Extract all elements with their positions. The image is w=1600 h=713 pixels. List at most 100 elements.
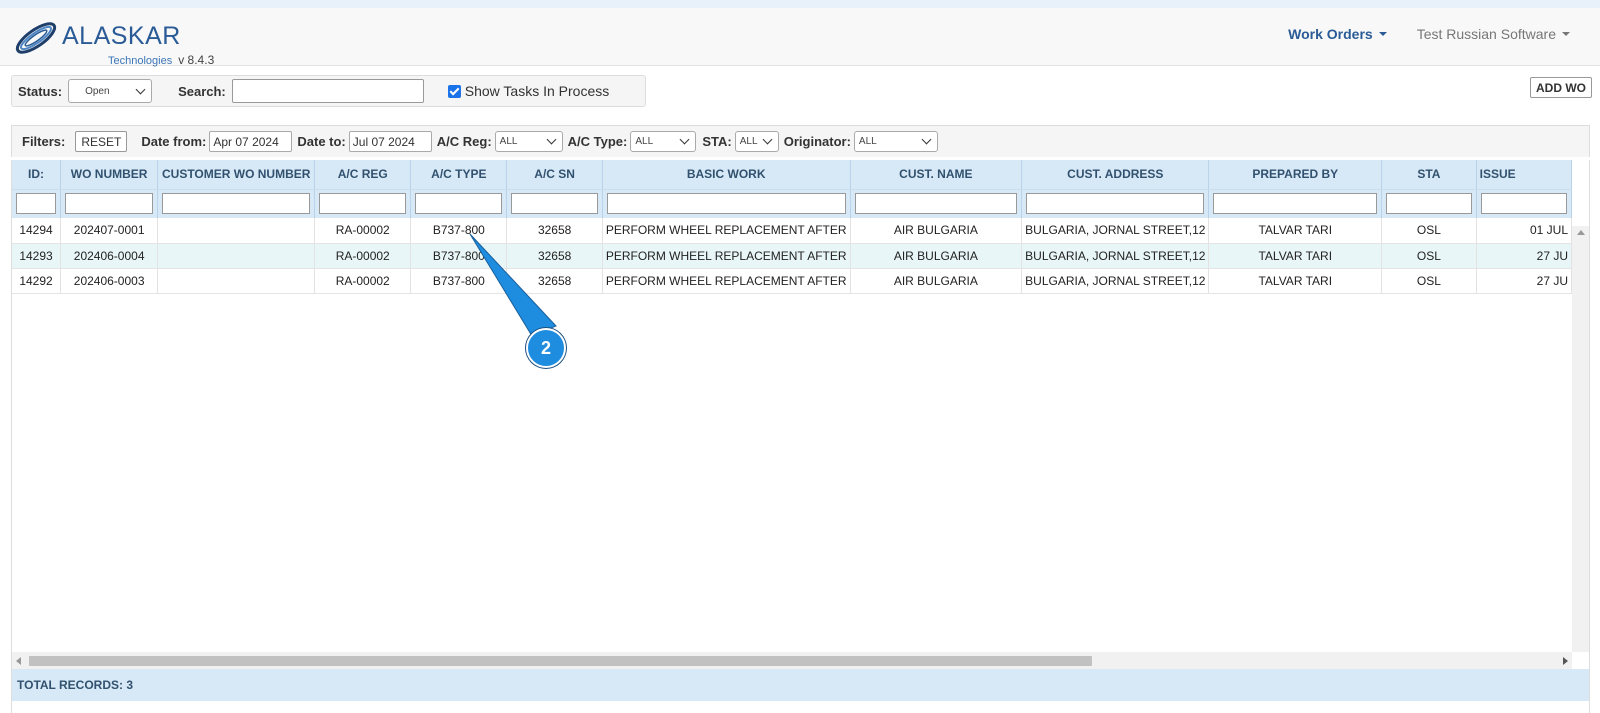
status-select[interactable]: Open (68, 79, 153, 103)
search-input[interactable] (231, 79, 424, 103)
col-header-ac-reg[interactable]: A/C REG (314, 160, 412, 190)
cell-id: 14294 (12, 218, 62, 244)
brand-name: ALASKAR (62, 22, 181, 50)
date-to-label: Date to: (297, 134, 346, 149)
nav-work-orders[interactable]: Work Orders (1288, 26, 1387, 42)
col-header-id[interactable]: ID: (12, 160, 62, 190)
header-row: ID: WO NUMBER CUSTOMER WO NUMBER A/C REG… (12, 160, 1572, 190)
column-filter-input[interactable] (606, 193, 846, 215)
scroll-up-icon[interactable] (1577, 230, 1585, 235)
originator-label: Originator: (783, 134, 851, 149)
cell-ac-sn: 32658 (506, 218, 603, 244)
sta-select-value: ALL (739, 136, 758, 147)
col-header-ac-type[interactable]: A/C TYPE (410, 160, 508, 190)
cell-sta: OSL (1381, 243, 1477, 269)
nav-account[interactable]: Test Russian Software (1417, 26, 1570, 42)
caret-down-icon (1378, 32, 1387, 36)
scroll-left-icon[interactable] (16, 657, 21, 665)
col-header-wo-number[interactable]: WO NUMBER (60, 160, 159, 190)
date-to-input[interactable]: Jul 07 2024 (348, 131, 432, 152)
filter-cell (602, 189, 851, 218)
chevron-down-icon (135, 84, 146, 94)
show-tasks-checkbox[interactable] (447, 84, 461, 98)
horizontal-scroll-thumb[interactable] (29, 656, 1092, 666)
table-row[interactable]: 14293 202406-0004 RA-00002 B737-800 3265… (12, 243, 1572, 269)
cell-wo-number: 202406-0004 (60, 243, 159, 269)
search-label: Search: (178, 83, 226, 99)
column-filter-input[interactable] (415, 193, 503, 215)
col-header-ac-sn[interactable]: A/C SN (506, 160, 603, 190)
col-header-cust-name[interactable]: CUST. NAME (850, 160, 1023, 190)
filter-cell (506, 189, 603, 218)
cell-ac-reg: RA-00002 (314, 268, 412, 294)
total-records-label: TOTAL RECORDS: 3 (17, 678, 134, 692)
filter-cell (157, 189, 316, 218)
filter-cell (850, 189, 1023, 218)
cell-prepared-by: TALVAR TARI (1208, 218, 1383, 244)
column-filter-input[interactable] (1213, 193, 1378, 215)
ac-reg-select-value: ALL (499, 136, 518, 147)
filter-cell (1021, 189, 1210, 218)
column-filter-input[interactable] (162, 193, 311, 215)
filter-cell (1381, 189, 1477, 218)
table-row[interactable]: 14294 202407-0001 RA-00002 B737-800 3265… (12, 218, 1572, 244)
date-from-input[interactable]: Apr 07 2024 (209, 131, 293, 152)
cell-basic-work: PERFORM WHEEL REPLACEMENT AFTER (602, 243, 851, 269)
filter-cell (410, 189, 508, 218)
originator-select[interactable]: ALL (853, 131, 938, 152)
cell-wo-number: 202406-0003 (60, 268, 159, 294)
reset-button[interactable]: RESET (75, 131, 128, 152)
sta-select[interactable]: ALL (734, 131, 779, 152)
col-header-prepared-by[interactable]: PREPARED BY (1208, 160, 1383, 190)
filter-cell (1208, 189, 1383, 218)
work-orders-table: ID: WO NUMBER CUSTOMER WO NUMBER A/C REG… (12, 160, 1572, 294)
column-filter-input[interactable] (1026, 193, 1205, 215)
add-wo-button[interactable]: ADD WO (1530, 77, 1592, 98)
caret-down-icon (1562, 32, 1570, 36)
cell-cust-name: AIR BULGARIA (850, 243, 1023, 269)
alaskar-logo[interactable]: ALASKAR Technologies v 8.4.3 (12, 12, 252, 67)
column-filter-input[interactable] (65, 193, 154, 215)
column-filter-input[interactable] (1386, 193, 1472, 215)
originator-select-value: ALL (858, 136, 877, 147)
cell-customer-wo-number (157, 268, 316, 294)
filters-label: Filters: (22, 134, 66, 149)
column-filter-input[interactable] (16, 193, 57, 215)
ac-type-select[interactable]: ALL (630, 131, 697, 152)
navbar: ALASKAR Technologies v 8.4.3 Work Orders … (0, 8, 1600, 67)
cell-ac-reg: RA-00002 (314, 218, 412, 244)
column-filter-input[interactable] (319, 193, 407, 215)
col-header-cust-address[interactable]: CUST. ADDRESS (1021, 160, 1210, 190)
column-filter-input[interactable] (854, 193, 1018, 215)
version-label: v 8.4.3 (178, 53, 215, 67)
nav-right: Work Orders Test Russian Software (1288, 26, 1570, 42)
cell-ac-type: B737-800 (410, 243, 508, 269)
filter-bar: Filters: RESET Date from: Apr 07 2024 Da… (11, 125, 1590, 157)
grid-footer: TOTAL RECORDS: 3 (12, 669, 1589, 701)
ac-type-label: A/C Type: (567, 134, 628, 149)
column-filter-input[interactable] (511, 193, 598, 215)
cell-customer-wo-number (157, 218, 316, 244)
cell-ac-type: B737-800 (410, 268, 508, 294)
cell-issue: 27 JU (1476, 268, 1572, 294)
chevron-down-icon (546, 134, 557, 145)
col-header-issue[interactable]: ISSUE (1476, 160, 1572, 190)
grid-viewport[interactable]: ID: WO NUMBER CUSTOMER WO NUMBER A/C REG… (12, 160, 1572, 652)
ac-reg-label: A/C Reg: (436, 134, 492, 149)
column-filter-input[interactable] (1480, 193, 1567, 215)
vertical-scrollbar[interactable] (1572, 226, 1589, 652)
work-orders-grid: ID: WO NUMBER CUSTOMER WO NUMBER A/C REG… (11, 160, 1590, 713)
scroll-right-icon[interactable] (1563, 657, 1568, 665)
col-header-basic-work[interactable]: BASIC WORK (602, 160, 851, 190)
col-header-customer-wo-number[interactable]: CUSTOMER WO NUMBER (157, 160, 316, 190)
ac-reg-select[interactable]: ALL (494, 131, 563, 152)
col-header-sta[interactable]: STA (1381, 160, 1477, 190)
cell-issue: 01 JUL (1476, 218, 1572, 244)
filter-row (12, 189, 1572, 218)
cell-sta: OSL (1381, 218, 1477, 244)
filter-cell (12, 189, 62, 218)
cell-id: 14293 (12, 243, 62, 269)
show-tasks-label: Show Tasks In Process (464, 83, 610, 99)
horizontal-scrollbar[interactable] (12, 652, 1572, 669)
table-row[interactable]: 14292 202406-0003 RA-00002 B737-800 3265… (12, 268, 1572, 294)
